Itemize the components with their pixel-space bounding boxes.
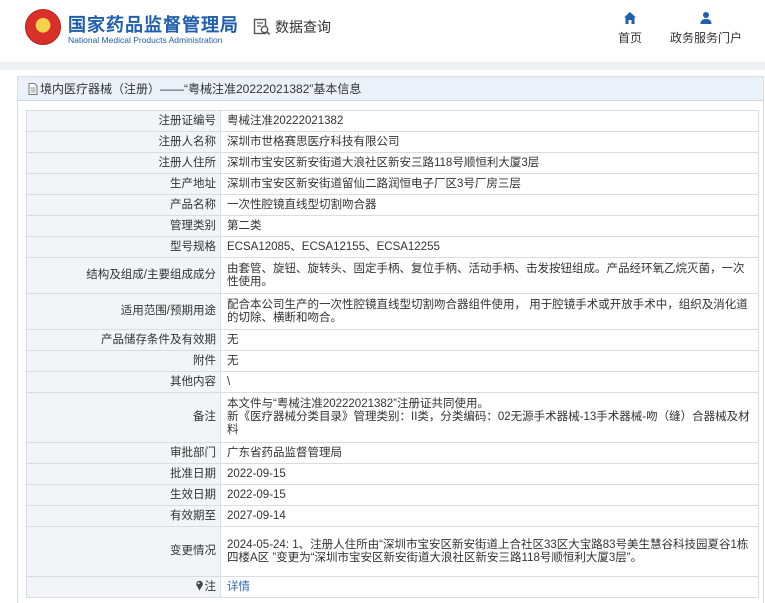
table-row: 有效期至 2027-09-14: [26, 505, 759, 527]
field-label: 变更情况: [26, 526, 221, 577]
table-row: 变更情况 2024-05-24: 1、注册人住所由“深圳市宝安区新安街道上合社区3…: [26, 526, 759, 577]
field-value: 本文件与“粤械注准20222021382”注册证共同使用。 新《医疗器械分类目录…: [220, 392, 759, 443]
table-row: 备注 本文件与“粤械注准20222021382”注册证共同使用。 新《医疗器械分类…: [26, 392, 759, 443]
field-label: 注册证编号: [26, 110, 221, 132]
table-row: 其他内容 \: [26, 371, 759, 393]
record-title: 境内医疗器械（注册）——“粤械注准20222021382”基本信息: [40, 82, 362, 96]
note-label-cell: 注: [26, 576, 221, 598]
field-value: 一次性腔镜直线型切割吻合器: [220, 194, 759, 216]
note-value-cell: 详情: [220, 576, 759, 598]
field-value: 2027-09-14: [220, 505, 759, 527]
field-value: ECSA12085、ECSA12155、ECSA12255: [220, 236, 759, 258]
pin-icon: [195, 580, 203, 591]
field-label: 有效期至: [26, 505, 221, 527]
table-row: 结构及组成/主要组成成分 由套管、旋钮、旋转头、固定手柄、复位手柄、活动手柄、击发…: [26, 257, 759, 294]
table-row-note: 注详情: [26, 576, 759, 598]
table-row: 型号规格 ECSA12085、ECSA12155、ECSA12255: [26, 236, 759, 258]
table-row: 注册人名称 深圳市世格赛思医疗科技有限公司: [26, 131, 759, 153]
nav-home-label: 首页: [617, 31, 642, 45]
header-separator: [0, 62, 765, 70]
nav-gov-service-portal[interactable]: 政务服务门户: [668, 11, 744, 46]
field-label: 生效日期: [26, 484, 221, 506]
table-row: 审批部门 广东省药品监督管理局: [26, 442, 759, 464]
field-label: 结构及组成/主要组成成分: [26, 257, 221, 294]
field-label: 审批部门: [26, 442, 221, 464]
table-row: 注册证编号 粤械注准20222021382: [26, 110, 759, 132]
site-header: ★ 国家药品监督管理局 National Medical Products Ad…: [0, 0, 765, 62]
field-value: 第二类: [220, 215, 759, 237]
field-value: \: [220, 371, 759, 393]
field-value: 2022-09-15: [220, 463, 759, 485]
site-logo-subtitle: National Medical Products Administration: [68, 35, 223, 45]
field-label: 备注: [26, 392, 221, 443]
field-value: 无: [220, 329, 759, 351]
field-value: 粤械注准20222021382: [220, 110, 759, 132]
field-value: 2022-09-15: [220, 484, 759, 506]
field-label: 附件: [26, 350, 221, 372]
national-emblem-logo: ★: [25, 9, 61, 45]
data-query-label: 数据查询: [275, 19, 331, 35]
details-link[interactable]: 详情: [227, 581, 250, 593]
device-info-table: 注册证编号 粤械注准20222021382 注册人名称 深圳市世格赛思医疗科技有限公司…: [26, 110, 759, 598]
table-row: 批准日期 2022-09-15: [26, 463, 759, 485]
field-value: 深圳市世格赛思医疗科技有限公司: [220, 131, 759, 153]
site-logo-title[interactable]: 国家药品监督管理局: [68, 11, 239, 37]
field-label: 生产地址: [26, 173, 221, 195]
field-value: 2024-05-24: 1、注册人住所由“深圳市宝安区新安街道上合社区33区大宝…: [220, 526, 759, 577]
field-label: 产品名称: [26, 194, 221, 216]
field-label: 批准日期: [26, 463, 221, 485]
table-row: 生效日期 2022-09-15: [26, 484, 759, 506]
data-query-heading: 数据查询: [253, 16, 331, 38]
table-row: 产品储存条件及有效期无: [26, 329, 759, 351]
field-value: 无: [220, 350, 759, 372]
search-document-icon: [253, 18, 271, 36]
field-label: 型号规格: [26, 236, 221, 258]
field-label: 产品储存条件及有效期: [26, 329, 221, 351]
record-title-bar: 境内医疗器械（注册）——“粤械注准20222021382”基本信息: [17, 76, 764, 101]
table-row: 生产地址 深圳市宝安区新安街道留仙二路润恒电子厂区3号厂房三层: [26, 173, 759, 195]
document-icon: [28, 82, 38, 95]
nav-home[interactable]: 首页: [612, 11, 648, 46]
table-row: 附件无: [26, 350, 759, 372]
note-label: 注: [204, 581, 217, 593]
field-value: 广东省药品监督管理局: [220, 442, 759, 464]
field-value: 深圳市宝安区新安街道大浪社区新安三路118号顺恒利大厦3层: [220, 152, 759, 174]
user-icon: [700, 12, 712, 24]
home-icon: [624, 12, 636, 24]
field-label: 管理类别: [26, 215, 221, 237]
nav-gov-label: 政务服务门户: [669, 31, 742, 45]
table-row: 管理类别 第二类: [26, 215, 759, 237]
field-label: 注册人名称: [26, 131, 221, 153]
table-row: 产品名称 一次性腔镜直线型切割吻合器: [26, 194, 759, 216]
detail-panel: 注册证编号 粤械注准20222021382 注册人名称 深圳市世格赛思医疗科技有限公司…: [17, 101, 764, 603]
field-label: 适用范围/预期用途: [26, 293, 221, 330]
field-value: 由套管、旋钮、旋转头、固定手柄、复位手柄、活动手柄、击发按钮组成。产品经环氧乙烷…: [220, 257, 759, 294]
table-row: 注册人住所 深圳市宝安区新安街道大浪社区新安三路118号顺恒利大厦3层: [26, 152, 759, 174]
field-value: 配合本公司生产的一次性腔镜直线型切割吻合器组件使用， 用于腔镜手术或开放手术中，…: [220, 293, 759, 330]
field-label: 其他内容: [26, 371, 221, 393]
table-row: 适用范围/预期用途 配合本公司生产的一次性腔镜直线型切割吻合器组件使用， 用于腔镜…: [26, 293, 759, 330]
field-value: 深圳市宝安区新安街道留仙二路润恒电子厂区3号厂房三层: [220, 173, 759, 195]
field-label: 注册人住所: [26, 152, 221, 174]
